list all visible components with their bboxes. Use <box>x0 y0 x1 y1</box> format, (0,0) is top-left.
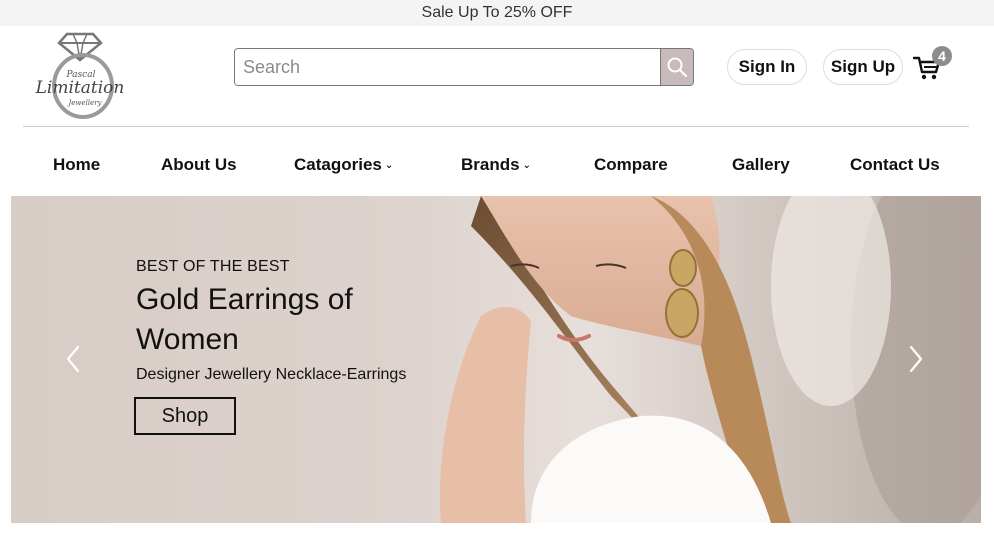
cart-count-badge: 4 <box>932 46 952 66</box>
nav-item-compare[interactable]: Compare <box>594 150 668 180</box>
nav-item-about[interactable]: About Us <box>161 150 237 180</box>
hero-subtitle: Designer Jewellery Necklace-Earrings <box>136 366 407 383</box>
brand-line-3: Jewellery <box>66 99 102 107</box>
header-divider <box>23 126 969 127</box>
nav-categories-label: Catagories <box>294 155 382 174</box>
search-button[interactable] <box>660 49 693 85</box>
nav-item-brands[interactable]: Brands ⌄ <box>461 150 531 183</box>
chevron-right-icon <box>909 345 923 373</box>
chevron-down-icon: ⌄ <box>522 160 531 171</box>
brand-logo[interactable]: Pascal Limitation Jewellery <box>33 30 129 122</box>
promo-text: Sale Up To 25% OFF <box>421 4 573 21</box>
sign-up-label: Sign Up <box>830 57 896 76</box>
nav-item-home[interactable]: Home <box>53 150 100 180</box>
carousel-prev-button[interactable] <box>63 344 85 374</box>
nav-home-label: Home <box>53 155 101 174</box>
nav-item-contact[interactable]: Contact Us <box>850 150 940 180</box>
nav-about-label: About Us <box>161 155 237 174</box>
brand-line-2: Limitation <box>35 78 125 98</box>
hero-title: Gold Earrings of Women <box>136 283 353 356</box>
search-icon <box>667 57 688 78</box>
nav-contact-label: Contact Us <box>850 155 940 174</box>
search-bar <box>234 48 694 86</box>
diamond-ring-logo: Pascal Limitation Jewellery <box>35 32 125 119</box>
promo-bar: Sale Up To 25% OFF <box>0 0 994 26</box>
sign-up-button[interactable]: Sign Up <box>823 49 903 85</box>
hero-eyebrow: BEST OF THE BEST <box>136 258 290 275</box>
nav-gallery-label: Gallery <box>732 155 790 174</box>
sign-in-label: Sign In <box>738 57 796 76</box>
main-nav: Home About Us Catagories ⌄ Brands ⌄ Compar… <box>0 150 994 180</box>
sign-in-button[interactable]: Sign In <box>727 49 807 85</box>
nav-item-categories[interactable]: Catagories ⌄ <box>294 150 393 183</box>
hero-carousel: BEST OF THE BEST Gold Earrings of Women … <box>11 196 981 523</box>
chevron-down-icon: ⌄ <box>384 160 394 171</box>
carousel-next-button[interactable] <box>904 344 926 374</box>
search-input[interactable] <box>235 49 661 85</box>
chevron-left-icon <box>66 345 80 373</box>
nav-compare-label: Compare <box>594 155 668 174</box>
nav-item-gallery[interactable]: Gallery <box>732 150 790 180</box>
nav-brands-label: Brands <box>461 155 520 174</box>
shop-button[interactable]: Shop <box>134 397 236 435</box>
